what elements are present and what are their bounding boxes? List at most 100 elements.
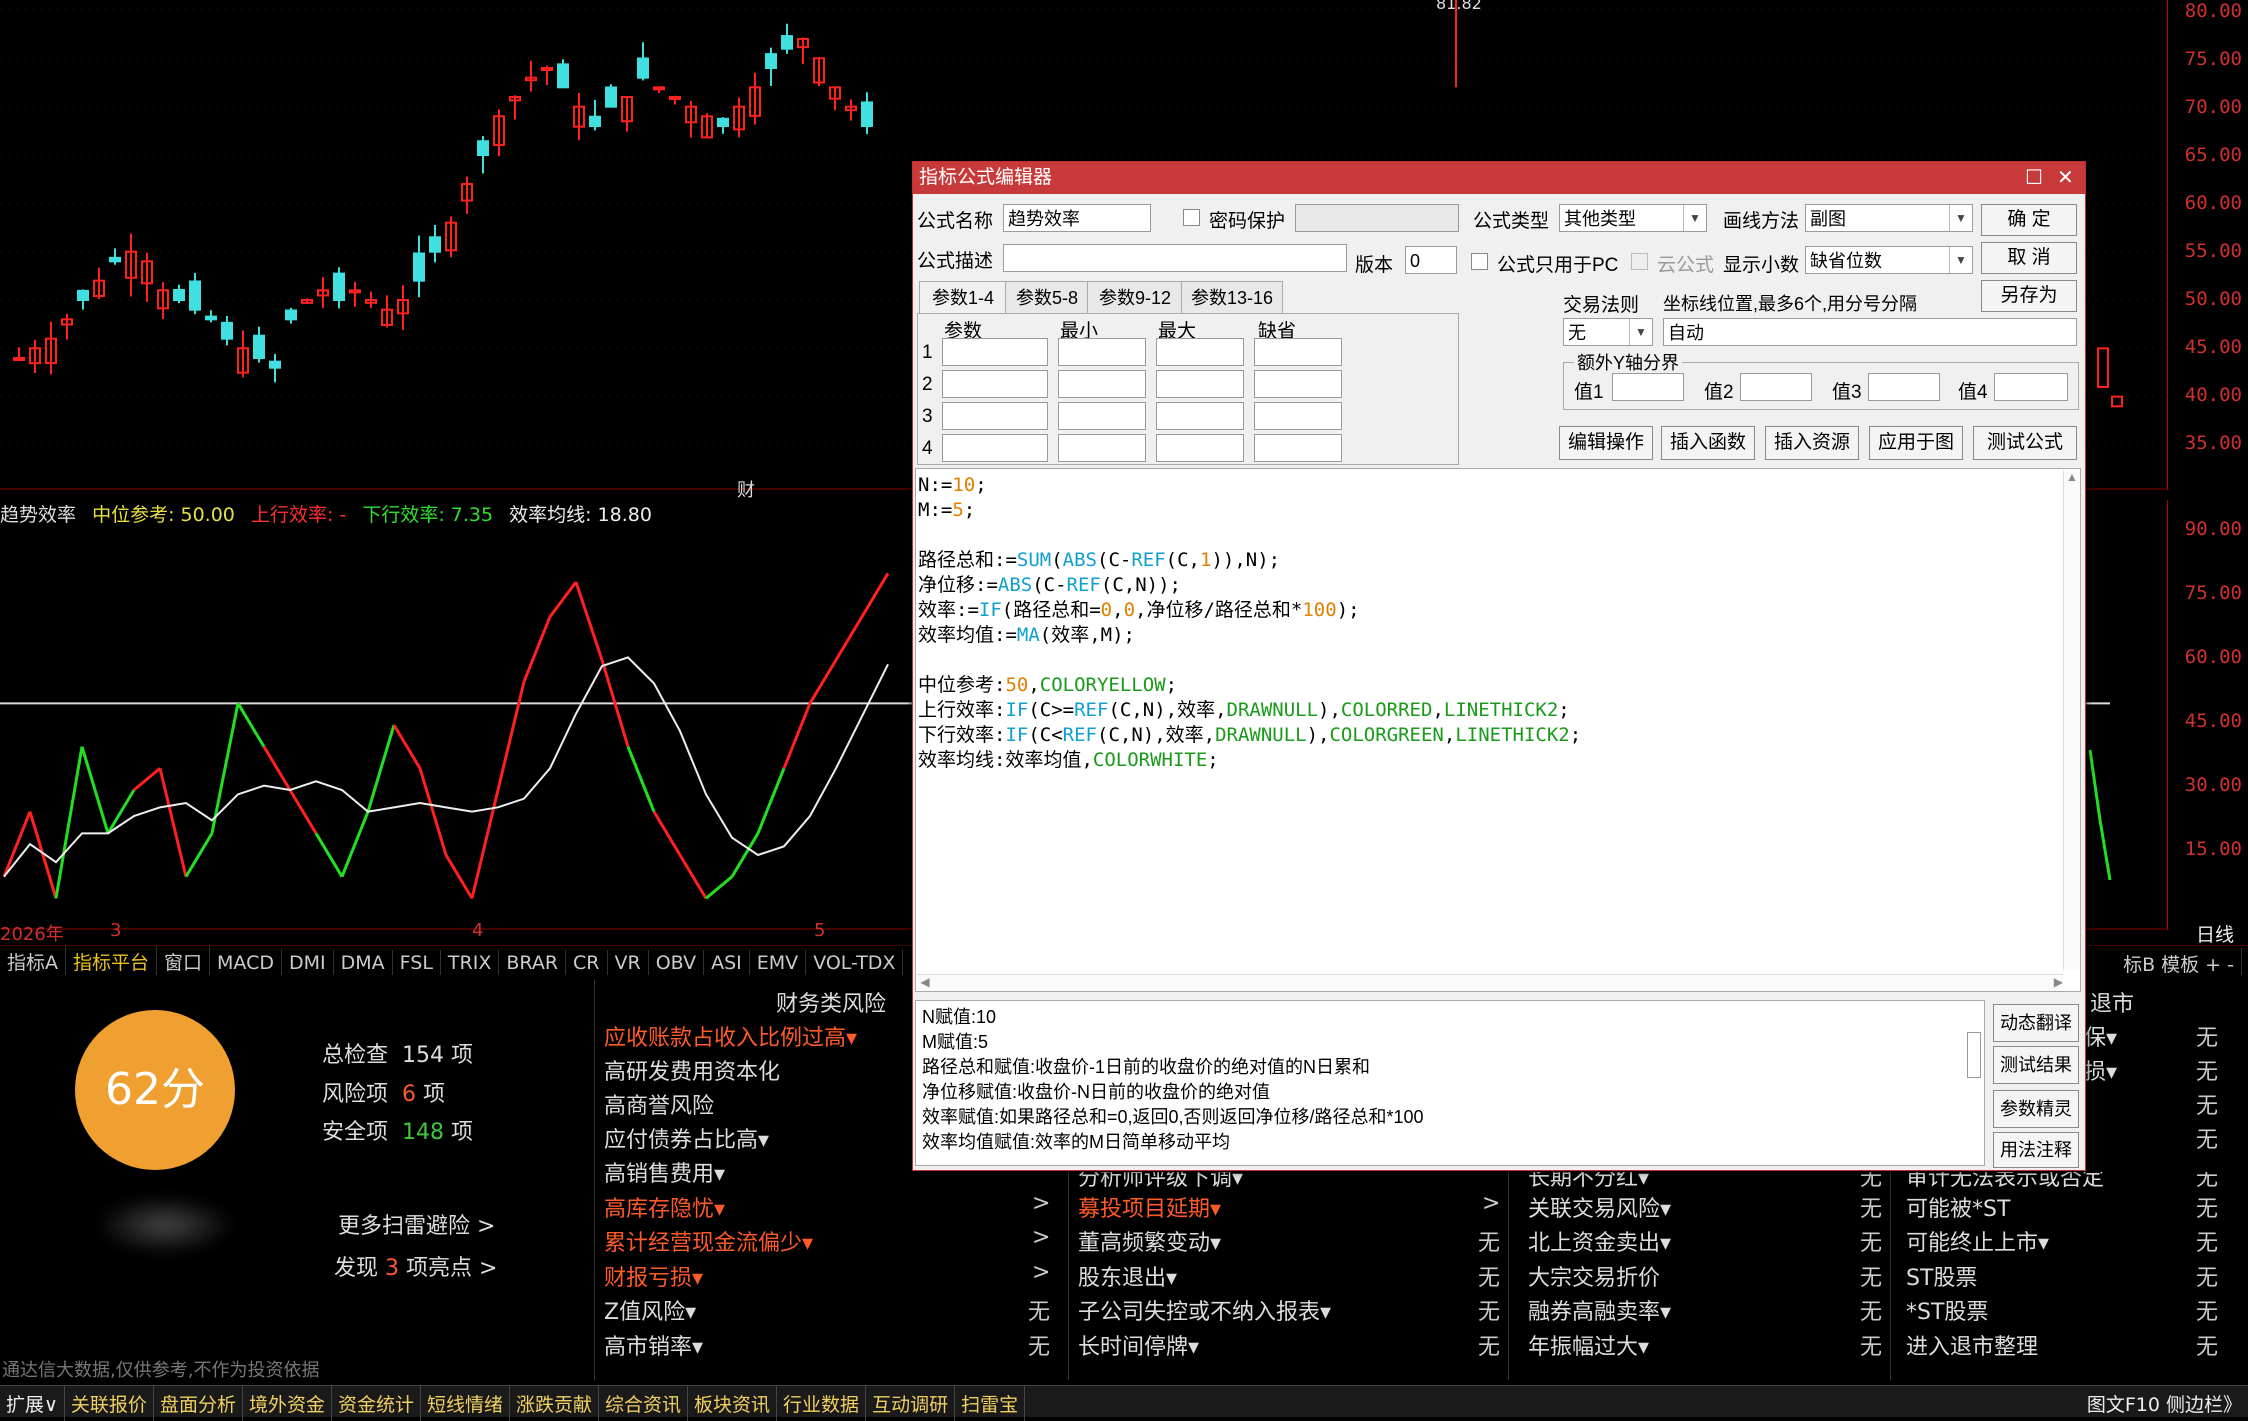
- risk-item[interactable]: 财报亏损▾: [604, 1260, 703, 1292]
- decimals-select[interactable]: 缺省位数 ▼: [1805, 246, 1973, 274]
- tab-vr[interactable]: VR: [608, 950, 649, 976]
- code-scrollbar[interactable]: ▲: [2063, 470, 2080, 970]
- formula-name-input[interactable]: 趋势效率: [1003, 204, 1151, 232]
- more-scan-link[interactable]: 更多扫雷避险 >: [338, 1208, 495, 1240]
- password-checkbox[interactable]: [1183, 209, 1200, 226]
- translation-scrollbar[interactable]: [1967, 1032, 1981, 1078]
- cloud-checkbox[interactable]: [1631, 253, 1648, 270]
- tab-fsl[interactable]: FSL: [393, 950, 441, 976]
- tab-trix[interactable]: TRIX: [441, 950, 500, 976]
- risk-item[interactable]: 累计经营现金流偏少▾: [604, 1225, 813, 1257]
- cancel-button[interactable]: 取 消: [1981, 242, 2077, 274]
- param-wizard-button[interactable]: 参数精灵: [1993, 1090, 2079, 1128]
- cai-marker[interactable]: 财: [737, 476, 755, 502]
- test-formula-button[interactable]: 测试公式: [1973, 426, 2077, 460]
- risk-item[interactable]: 长时间停牌▾: [1078, 1329, 1199, 1361]
- formula-code-editor[interactable]: N:=10; M:=5; 路径总和:=SUM(ABS(C-REF(C,1)),N)…: [915, 468, 2081, 992]
- risk-item[interactable]: 大宗交易折价: [1528, 1260, 1660, 1292]
- param-name-input[interactable]: [942, 370, 1048, 398]
- risk-item[interactable]: 北上资金卖出▾: [1528, 1225, 1671, 1257]
- param-default-input[interactable]: [1254, 434, 1342, 462]
- coord-input[interactable]: 自动: [1663, 318, 2077, 346]
- risk-item[interactable]: *ST股票: [1906, 1294, 1988, 1326]
- apply-to-chart-button[interactable]: 应用于图: [1869, 426, 1963, 460]
- param-default-input[interactable]: [1254, 370, 1342, 398]
- value1-input[interactable]: [1612, 373, 1684, 401]
- param-min-input[interactable]: [1058, 370, 1146, 398]
- tab-params-9-12[interactable]: 参数9-12: [1087, 281, 1183, 314]
- dynamic-translate-button[interactable]: 动态翻译: [1993, 1004, 2079, 1042]
- risk-item[interactable]: 可能被*ST: [1906, 1191, 2010, 1223]
- code-hscrollbar[interactable]: ◀ ▶: [917, 974, 2063, 991]
- tab-indicator-a[interactable]: 指标A: [0, 946, 66, 977]
- tab-emv[interactable]: EMV: [750, 950, 807, 976]
- risk-item[interactable]: 股东退出▾: [1078, 1260, 1177, 1292]
- risk-item[interactable]: 可能终止上市▾: [1906, 1225, 2049, 1257]
- tab-window[interactable]: 窗口: [157, 946, 211, 977]
- dialog-title-bar[interactable]: 指标公式编辑器 ☐ ✕: [913, 162, 2085, 194]
- risk-item[interactable]: 损▾: [2084, 1054, 2117, 1086]
- param-max-input[interactable]: [1156, 370, 1244, 398]
- found-highlights-link[interactable]: 发现 3 项亮点 >: [334, 1250, 497, 1282]
- value4-input[interactable]: [1994, 373, 2068, 401]
- tab-brar[interactable]: BRAR: [499, 950, 567, 976]
- risk-item[interactable]: 高商誉风险: [604, 1088, 714, 1120]
- edit-operation-button[interactable]: 编辑操作: [1559, 426, 1653, 460]
- pc-only-checkbox[interactable]: [1471, 253, 1488, 270]
- version-input[interactable]: 0: [1405, 246, 1457, 274]
- tab-dmi[interactable]: DMI: [282, 950, 334, 976]
- risk-item[interactable]: 进入退市整理: [1906, 1329, 2038, 1361]
- param-min-input[interactable]: [1058, 402, 1146, 430]
- param-default-input[interactable]: [1254, 402, 1342, 430]
- trade-rule-select[interactable]: 无 ▼: [1563, 318, 1653, 346]
- usage-notes-button[interactable]: 用法注释: [1993, 1132, 2079, 1168]
- close-icon[interactable]: ✕: [2057, 162, 2074, 194]
- tab-vol-tdx[interactable]: VOL-TDX: [806, 950, 904, 976]
- param-max-input[interactable]: [1156, 402, 1244, 430]
- test-result-button[interactable]: 测试结果: [1993, 1046, 2079, 1084]
- maximize-icon[interactable]: ☐: [2025, 162, 2043, 194]
- tab-cr[interactable]: CR: [566, 950, 608, 976]
- draw-method-select[interactable]: 副图 ▼: [1805, 204, 1973, 232]
- param-name-input[interactable]: [942, 434, 1048, 462]
- tab-params-1-4[interactable]: 参数1-4: [919, 281, 1007, 314]
- risk-item[interactable]: 高库存隐忧▾: [604, 1191, 725, 1223]
- tab-asi[interactable]: ASI: [704, 950, 750, 976]
- risk-item[interactable]: 高销售费用▾: [604, 1156, 725, 1188]
- tab-indicator-platform[interactable]: 指标平台: [66, 946, 158, 977]
- formula-desc-input[interactable]: [1003, 244, 1347, 272]
- risk-item[interactable]: 年振幅过大▾: [1528, 1329, 1649, 1361]
- risk-item[interactable]: 保▾: [2084, 1020, 2117, 1052]
- password-input[interactable]: [1295, 204, 1459, 232]
- param-name-input[interactable]: [942, 338, 1048, 366]
- tab-macd[interactable]: MACD: [210, 950, 282, 976]
- param-min-input[interactable]: [1058, 338, 1146, 366]
- tab-obv[interactable]: OBV: [649, 950, 705, 976]
- risk-item[interactable]: 关联交易风险▾: [1528, 1191, 1671, 1223]
- save-as-button[interactable]: 另存为: [1981, 280, 2077, 312]
- param-default-input[interactable]: [1254, 338, 1342, 366]
- param-max-input[interactable]: [1156, 338, 1244, 366]
- risk-item[interactable]: 募投项目延期▾: [1078, 1191, 1221, 1223]
- risk-item[interactable]: 高研发费用资本化: [604, 1054, 780, 1086]
- period-label[interactable]: 日线: [2196, 920, 2234, 947]
- tab-params-13-16[interactable]: 参数13-16: [1181, 281, 1283, 314]
- risk-item[interactable]: 子公司失控或不纳入报表▾: [1078, 1294, 1331, 1326]
- param-name-input[interactable]: [942, 402, 1048, 430]
- risk-item[interactable]: 融券高融卖率▾: [1528, 1294, 1671, 1326]
- param-min-input[interactable]: [1058, 434, 1146, 462]
- risk-item[interactable]: 应收账款占收入比例过高▾: [604, 1020, 857, 1052]
- ok-button[interactable]: 确 定: [1981, 204, 2077, 236]
- risk-item[interactable]: 董高频繁变动▾: [1078, 1225, 1221, 1257]
- param-max-input[interactable]: [1156, 434, 1244, 462]
- risk-item[interactable]: 高市销率▾: [604, 1329, 703, 1361]
- risk-item[interactable]: Z值风险▾: [604, 1294, 696, 1326]
- insert-function-button[interactable]: 插入函数: [1661, 426, 1755, 460]
- tab-params-5-8[interactable]: 参数5-8: [1005, 281, 1089, 314]
- value3-input[interactable]: [1868, 373, 1940, 401]
- formula-type-select[interactable]: 其他类型 ▼: [1559, 204, 1707, 232]
- risk-item[interactable]: 应付债券占比高▾: [604, 1122, 769, 1154]
- tab-dma[interactable]: DMA: [334, 950, 393, 976]
- value2-input[interactable]: [1740, 373, 1812, 401]
- insert-resource-button[interactable]: 插入资源: [1765, 426, 1859, 460]
